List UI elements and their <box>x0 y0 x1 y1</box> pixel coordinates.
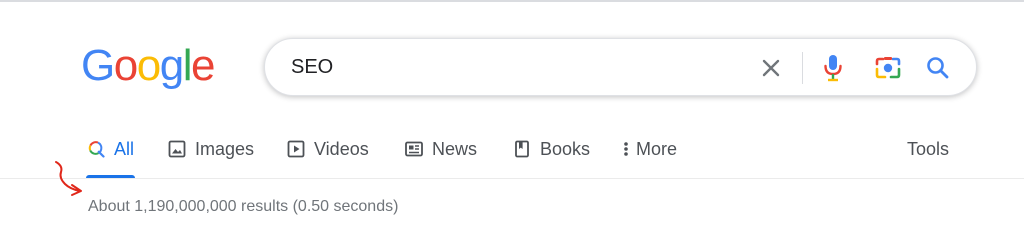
book-icon <box>512 139 532 159</box>
tab-label: Images <box>195 138 255 159</box>
tab-label: All <box>114 138 135 159</box>
logo-letter: G <box>81 41 115 90</box>
tab-more[interactable]: More <box>622 134 677 164</box>
logo-letter: l <box>182 41 193 90</box>
tab-label: News <box>432 138 478 159</box>
logo-letter: o <box>136 41 161 90</box>
result-stats: About 1,190,000,000 results (0.50 second… <box>88 198 399 215</box>
tab-videos[interactable]: Videos <box>286 134 369 164</box>
lens-search-button[interactable] <box>872 52 904 84</box>
tab-all[interactable]: All <box>86 134 134 164</box>
google-logo[interactable]: Google <box>81 41 215 90</box>
close-icon <box>762 59 780 77</box>
red-arrow-icon <box>55 161 82 196</box>
tab-books[interactable]: Books <box>512 134 590 164</box>
clear-button[interactable] <box>755 52 787 84</box>
search-icon <box>927 57 949 79</box>
microphone-icon <box>824 55 842 82</box>
news-icon <box>404 139 424 159</box>
search-results-page: Google SEO All Images Videos News Books … <box>0 0 1024 246</box>
logo-letter: g <box>159 41 184 90</box>
voice-search-button[interactable] <box>817 52 849 84</box>
tabs-divider <box>0 178 1024 179</box>
search-icon <box>86 139 106 159</box>
tools-label: Tools <box>907 138 950 159</box>
search-box <box>264 38 977 96</box>
more-vert-icon <box>622 139 630 159</box>
top-border <box>0 0 1024 2</box>
search-input[interactable] <box>291 53 731 81</box>
tab-label: Books <box>540 138 591 159</box>
play-icon <box>286 139 306 159</box>
search-button[interactable] <box>922 52 954 84</box>
search-divider <box>802 52 803 84</box>
tab-news[interactable]: News <box>404 134 477 164</box>
logo-letter: o <box>113 41 138 90</box>
tab-label: More <box>636 138 678 159</box>
image-icon <box>167 139 187 159</box>
tools-button[interactable]: Tools <box>907 134 949 164</box>
logo-letter: e <box>190 41 215 90</box>
tab-images[interactable]: Images <box>167 134 254 164</box>
camera-icon <box>875 57 901 79</box>
tab-label: Videos <box>314 138 369 159</box>
